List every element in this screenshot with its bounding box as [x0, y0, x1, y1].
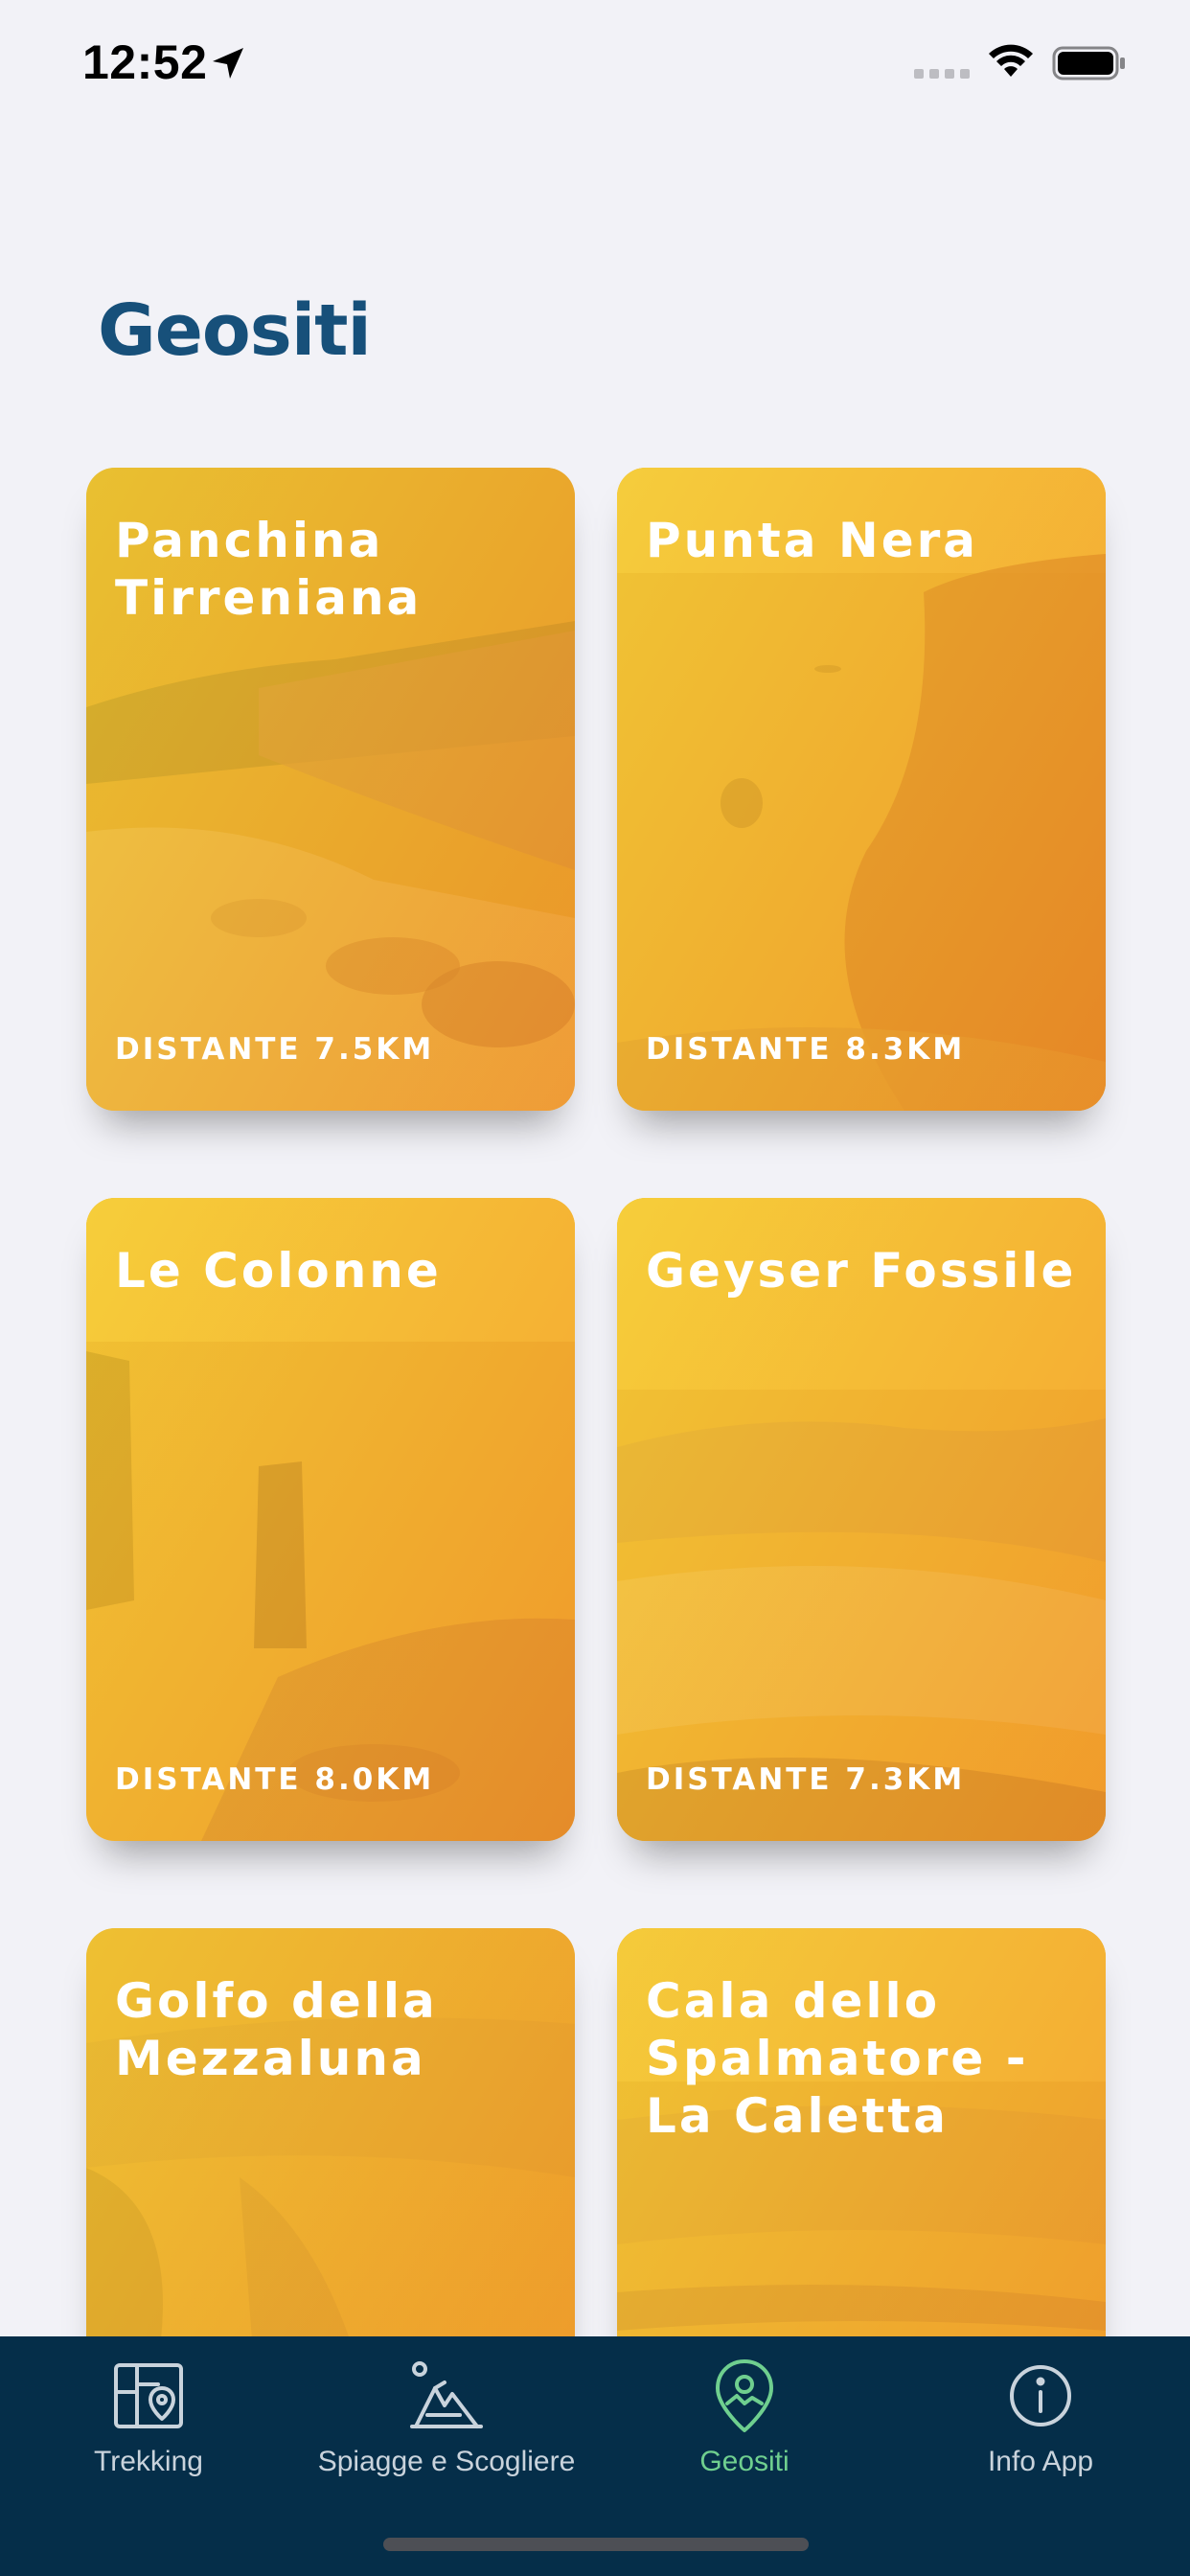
card-title: Le Colonne [115, 1243, 442, 1299]
card-distance: DISTANTE 8.0KM [115, 1762, 435, 1797]
status-time: 12:52 [82, 35, 208, 89]
tab-label: Info App [987, 2446, 1094, 2477]
tab-trekking[interactable]: Trekking [86, 2336, 211, 2490]
status-bar: 12:52 [0, 0, 1190, 126]
geosite-card[interactable]: Geyser Fossile DISTANTE 7.3KM [617, 1198, 1106, 1841]
card-distance: DISTANTE 7.5KM [115, 1032, 435, 1067]
geo-pin-icon [716, 2359, 773, 2432]
info-icon [1010, 2365, 1071, 2426]
geosite-card[interactable]: Panchina Tirreniana DISTANTE 7.5KM [86, 468, 575, 1111]
tab-label: Trekking [94, 2446, 203, 2477]
wifi-icon [989, 44, 1033, 77]
trail-map-icon [114, 2363, 183, 2428]
tab-geositi[interactable]: Geositi [682, 2336, 807, 2490]
card-title: Panchina Tirreniana [115, 513, 423, 626]
location-arrow-icon [213, 48, 243, 79]
card-title: Cala dello Spalmatore - La Caletta [646, 1973, 1029, 2144]
page-title: Geositi [98, 289, 372, 372]
card-distance: DISTANTE 8.3KM [646, 1032, 966, 1067]
card-title: Golfo della Mezzaluna [115, 1973, 438, 2086]
cliff-icon [410, 2361, 483, 2428]
card-title: Geyser Fossile [646, 1243, 1077, 1299]
card-distance: DISTANTE 7.3KM [646, 1762, 966, 1797]
geosite-card[interactable]: Punta Nera DISTANTE 8.3KM [617, 468, 1106, 1111]
cellular-signal-icon [914, 69, 970, 79]
tab-info-app[interactable]: Info App [973, 2336, 1108, 2490]
home-indicator [383, 2538, 809, 2551]
tab-spiagge-e-scogliere[interactable]: Spiagge e Scogliere [303, 2336, 590, 2490]
card-title: Punta Nera [646, 513, 979, 568]
battery-icon [1052, 46, 1125, 80]
tab-label: Geositi [699, 2446, 790, 2477]
geosite-card[interactable]: Le Colonne DISTANTE 8.0KM [86, 1198, 575, 1841]
tab-label: Spiagge e Scogliere [317, 2446, 576, 2477]
